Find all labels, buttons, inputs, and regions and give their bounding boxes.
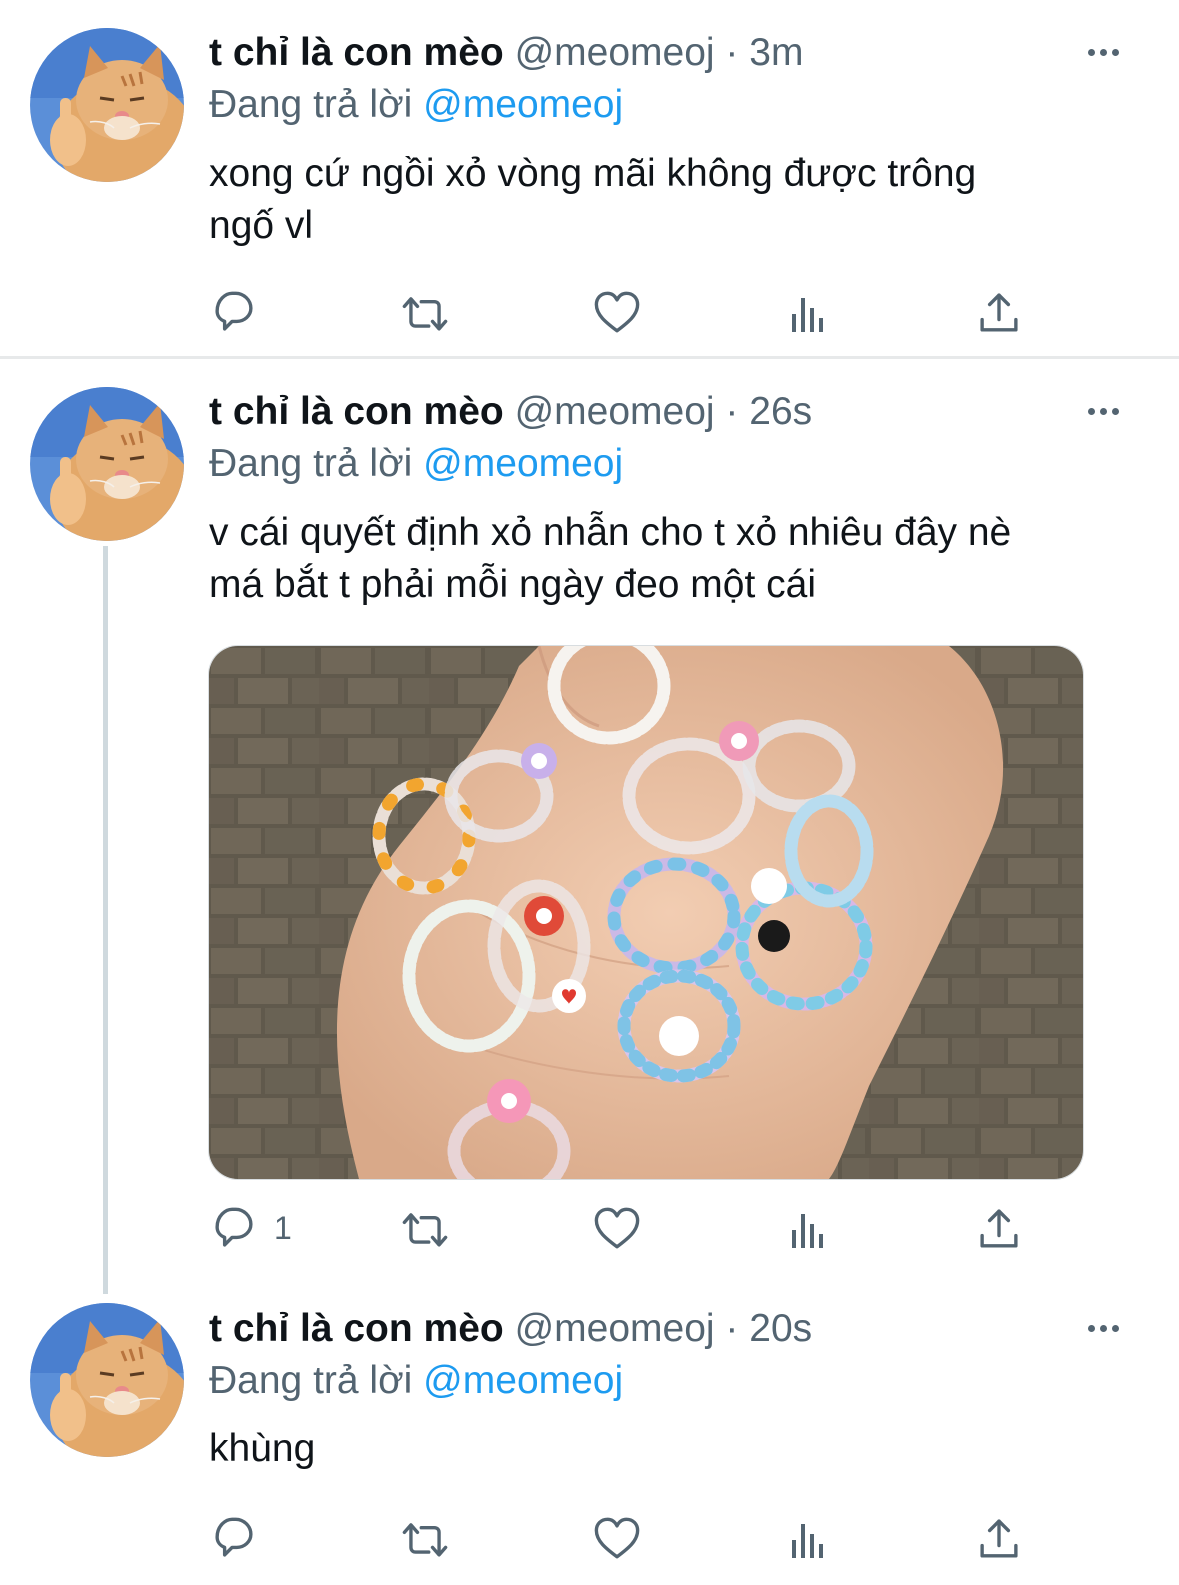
- handle[interactable]: @meomeoj: [515, 390, 715, 433]
- share-button[interactable]: [969, 1198, 1029, 1258]
- tweet-photo[interactable]: [208, 645, 1084, 1180]
- replying-to-label: Đang trả lời: [209, 83, 413, 126]
- separator-dot: ·: [725, 1307, 739, 1350]
- cat-avatar-icon: [30, 387, 184, 541]
- avatar[interactable]: [30, 1303, 184, 1457]
- timestamp[interactable]: 20s: [749, 1307, 812, 1350]
- tweet-header: t chỉ là con mèo @meomeoj · 20s: [209, 1304, 812, 1354]
- analytics-button[interactable]: [778, 1508, 838, 1568]
- share-icon: [980, 293, 1018, 332]
- tweet-text: v cái quyết định xỏ nhẫn cho t xỏ nhiêu …: [209, 507, 1129, 611]
- avatar[interactable]: [30, 28, 184, 182]
- retweet-icon: [402, 1523, 448, 1557]
- display-name[interactable]: t chỉ là con mèo: [209, 390, 504, 433]
- like-button[interactable]: [587, 282, 647, 342]
- share-icon: [980, 1519, 1018, 1558]
- more-icon[interactable]: [1083, 32, 1123, 72]
- replying-to: Đang trả lời @meomeoj: [209, 1356, 623, 1406]
- replying-to-label: Đang trả lời: [209, 442, 413, 485]
- analytics-button[interactable]: [778, 282, 838, 342]
- separator-dot: ·: [725, 390, 739, 433]
- action-bar: [0, 1508, 1179, 1568]
- timestamp[interactable]: 26s: [749, 390, 812, 433]
- tweet-header: t chỉ là con mèo @meomeoj · 3m: [209, 28, 803, 78]
- reply-button[interactable]: [204, 1508, 264, 1568]
- tweet-text-line: v cái quyết định xỏ nhẫn cho t xỏ nhiêu …: [209, 511, 1012, 554]
- replying-to-label: Đang trả lời: [209, 1359, 413, 1402]
- tweet-text-line: má bắt t phải mỗi ngày đeo một cái: [209, 563, 816, 606]
- beaded-rings-photo: [209, 646, 1083, 1179]
- retweet-icon: [402, 1213, 448, 1247]
- share-icon: [980, 1209, 1018, 1248]
- heart-icon: [594, 1517, 640, 1559]
- heart-icon: [594, 1207, 640, 1249]
- thread-connector-line: [103, 546, 108, 1294]
- handle[interactable]: @meomeoj: [515, 31, 715, 74]
- avatar[interactable]: [30, 387, 184, 541]
- tweet-divider: [0, 356, 1179, 359]
- separator-dot: ·: [725, 31, 739, 74]
- mention-link[interactable]: @meomeoj: [423, 442, 623, 485]
- retweet-button[interactable]: [395, 1508, 455, 1568]
- action-bar: 1: [0, 1198, 1179, 1258]
- reply-button[interactable]: [204, 282, 274, 342]
- analytics-icon: [792, 298, 823, 332]
- cat-avatar-icon: [30, 28, 184, 182]
- retweet-icon: [402, 297, 448, 331]
- tweet-text-line: khùng: [209, 1427, 316, 1470]
- replying-to: Đang trả lời @meomeoj: [209, 439, 623, 489]
- display-name[interactable]: t chỉ là con mèo: [209, 31, 504, 74]
- reply-count: 1: [274, 1209, 292, 1246]
- handle[interactable]: @meomeoj: [515, 1307, 715, 1350]
- replying-to: Đang trả lời @meomeoj: [209, 80, 623, 130]
- action-bar: [0, 282, 1179, 342]
- tweet-text: khùng: [209, 1423, 1129, 1475]
- tweet-text: xong cứ ngồi xỏ vòng mãi không được trôn…: [209, 148, 1129, 252]
- share-button[interactable]: [969, 282, 1029, 342]
- tweet-header: t chỉ là con mèo @meomeoj · 26s: [209, 387, 812, 437]
- analytics-button[interactable]: [778, 1198, 838, 1258]
- retweet-button[interactable]: [395, 1198, 455, 1258]
- like-button[interactable]: [587, 1198, 647, 1258]
- heart-icon: [594, 291, 640, 333]
- retweet-button[interactable]: [395, 282, 455, 342]
- reply-icon: [215, 1207, 253, 1247]
- tweet-text-line: ngố vl: [209, 204, 314, 247]
- analytics-icon: [792, 1214, 823, 1248]
- timestamp[interactable]: 3m: [749, 31, 803, 74]
- reply-icon: [215, 1517, 253, 1557]
- reply-icon: [215, 291, 253, 331]
- like-button[interactable]: [587, 1508, 647, 1568]
- more-icon[interactable]: [1083, 391, 1123, 431]
- tweet-text-line: xong cứ ngồi xỏ vòng mãi không được trôn…: [209, 152, 977, 195]
- reply-button[interactable]: 1: [204, 1198, 292, 1258]
- mention-link[interactable]: @meomeoj: [423, 83, 623, 126]
- share-button[interactable]: [969, 1508, 1029, 1568]
- analytics-icon: [792, 1524, 823, 1558]
- more-icon[interactable]: [1083, 1308, 1123, 1348]
- mention-link[interactable]: @meomeoj: [423, 1359, 623, 1402]
- cat-avatar-icon: [30, 1303, 184, 1457]
- display-name[interactable]: t chỉ là con mèo: [209, 1307, 504, 1350]
